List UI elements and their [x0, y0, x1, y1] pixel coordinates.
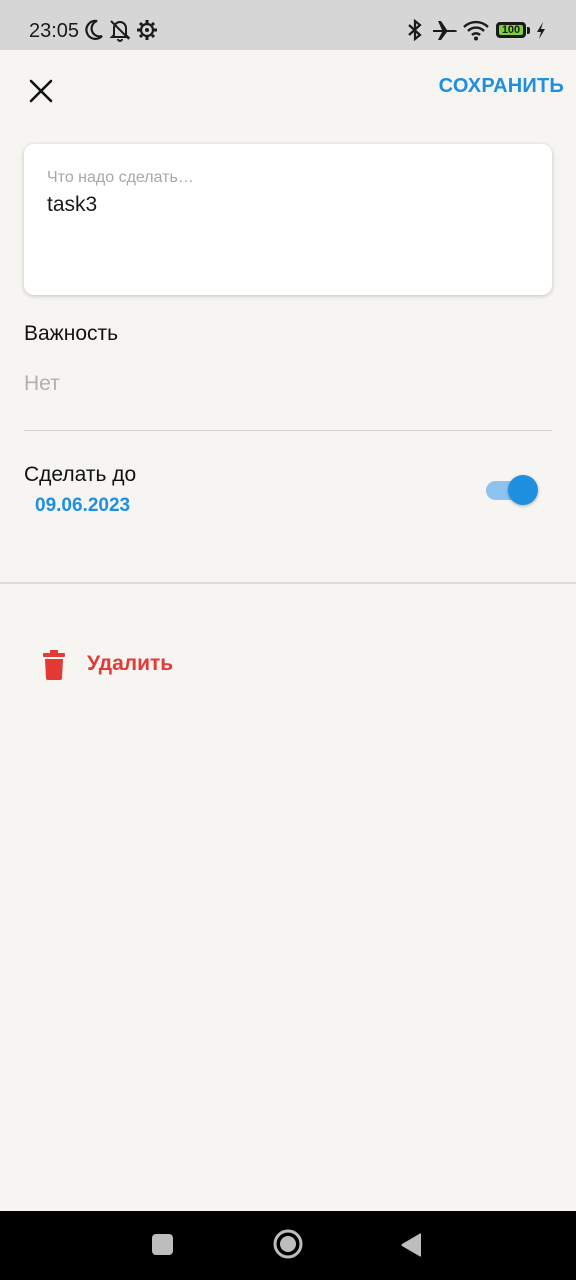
battery-icon: 100: [496, 22, 526, 38]
deadline-label: Сделать до: [24, 463, 137, 486]
back-icon[interactable]: [399, 1232, 423, 1263]
section-divider: [0, 582, 576, 584]
bluetooth-icon: [405, 18, 425, 47]
deadline-date[interactable]: 09.06.2023: [35, 495, 130, 517]
wifi-icon: [462, 18, 490, 47]
home-icon[interactable]: [272, 1228, 304, 1265]
battery-cap: [527, 27, 530, 34]
gear-icon: [136, 18, 158, 47]
airplane-icon: [432, 18, 458, 47]
close-button[interactable]: [22, 72, 60, 110]
bell-off-icon: [109, 18, 131, 47]
battery-level: 100: [501, 24, 521, 36]
moon-icon: [84, 18, 104, 47]
task-field-hint: Что надо сделать…: [47, 169, 194, 186]
importance-selector[interactable]: Нет: [24, 372, 60, 396]
status-bar: 23:05 100: [0, 0, 576, 50]
charging-icon: [534, 18, 548, 47]
importance-label: Важность: [24, 322, 119, 345]
close-icon: [29, 79, 53, 103]
task-field-value[interactable]: task3: [47, 193, 97, 217]
divider: [24, 430, 552, 431]
delete-label: Удалить: [87, 652, 174, 675]
task-text-field[interactable]: Что надо сделать… task3: [24, 144, 552, 295]
recents-icon[interactable]: [151, 1233, 175, 1262]
system-nav-bar: [0, 1211, 576, 1280]
save-button[interactable]: СОХРАНИТЬ: [439, 74, 564, 98]
delete-button[interactable]: Удалить: [38, 644, 238, 684]
toggle-thumb: [508, 475, 538, 505]
task-edit-screen: 23:05 100 СОХРАНИТЬ Что надо сделать… ta…: [0, 0, 576, 1280]
status-time: 23:05: [29, 20, 80, 42]
deadline-toggle[interactable]: [484, 474, 540, 506]
trash-icon: [42, 648, 66, 685]
